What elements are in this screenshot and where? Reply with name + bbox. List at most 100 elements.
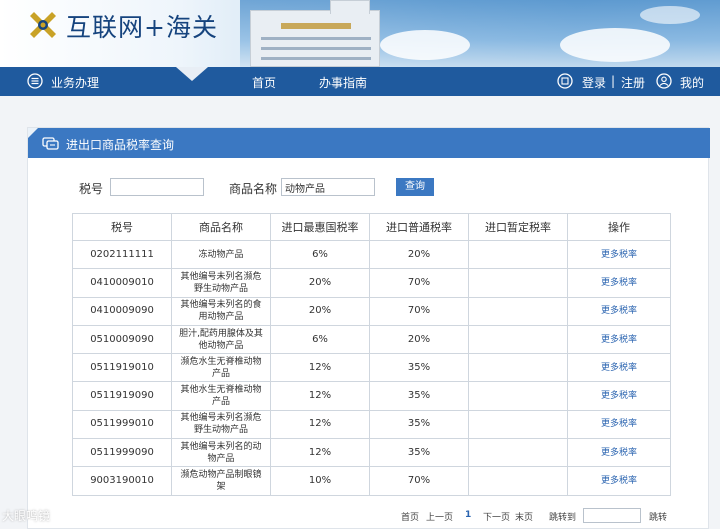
cell-general-rate: 70% [369, 296, 469, 326]
nav-notch [176, 67, 208, 81]
nav-login[interactable]: 登录 [582, 74, 606, 91]
cell-provisional-rate [468, 239, 568, 270]
header-product-name: 商品名称 [171, 213, 271, 241]
table-row: 0202111111 冻动物产品 6% 20% 更多税率 [72, 239, 671, 270]
more-rates-link[interactable]: 更多税率 [601, 250, 637, 260]
more-rates-link[interactable]: 更多税率 [601, 363, 637, 373]
cell-general-rate: 70% [369, 268, 469, 298]
cell-general-rate: 70% [369, 466, 469, 496]
cell-tax-number: 0202111111 [72, 239, 172, 270]
cell-provisional-rate [468, 324, 568, 355]
pager-current[interactable]: 1 [465, 510, 471, 520]
cell-provisional-rate [468, 353, 568, 383]
table-row: 0410009090 其他编号未列名的食用动物产品 20% 70% 更多税率 [72, 296, 671, 326]
cell-provisional-rate [468, 466, 568, 496]
cell-provisional-rate [468, 438, 568, 468]
header-action: 操作 [567, 213, 671, 241]
cell-mfn-rate: 10% [270, 466, 370, 496]
tariff-query-panel: 进出口商品税率查询 税号 商品名称 查询 税号 商品名称 进口最惠国税率 进口普… [27, 127, 710, 529]
table-row: 0511919010 濒危水生无脊椎动物产品 12% 35% 更多税率 [72, 353, 671, 383]
cell-tax-number: 0410009090 [72, 296, 172, 326]
pager-last[interactable]: 末页 [515, 510, 533, 523]
cell-tax-number: 9003190010 [72, 466, 172, 496]
cell-action: 更多税率 [567, 268, 671, 298]
cell-mfn-rate: 20% [270, 296, 370, 326]
search-bar: 税号 商品名称 查询 [28, 172, 710, 202]
pager-prev[interactable]: 上一页 [426, 510, 453, 523]
query-button[interactable]: 查询 [396, 178, 434, 196]
site-title[interactable]: 互联网+海关 [66, 8, 218, 44]
cell-action: 更多税率 [567, 296, 671, 326]
more-rates-link[interactable]: 更多税率 [601, 419, 637, 429]
cell-tax-number: 0511919010 [72, 353, 172, 383]
nav-register[interactable]: 注册 [621, 74, 645, 91]
cell-general-rate: 20% [369, 239, 469, 270]
header-provisional-rate: 进口暂定税率 [468, 213, 568, 241]
more-rates-link[interactable]: 更多税率 [601, 335, 637, 345]
cell-product-name: 冻动物产品 [171, 239, 271, 270]
nav-separator: | [611, 74, 616, 88]
nav-home[interactable]: 首页 [252, 74, 276, 91]
customs-building-image [250, 10, 380, 67]
more-rates-link[interactable]: 更多税率 [601, 448, 637, 458]
panel-title: 进出口商品税率查询 [66, 138, 175, 152]
more-rates-link[interactable]: 更多税率 [601, 306, 637, 316]
cell-mfn-rate: 20% [270, 268, 370, 298]
cell-tax-number: 0511999090 [72, 438, 172, 468]
cell-mfn-rate: 12% [270, 381, 370, 411]
cell-mfn-rate: 6% [270, 239, 370, 270]
header-banner: 互联网+海关 [0, 0, 720, 67]
watermark: 大眼鸣镜 [2, 509, 51, 523]
tax-number-input[interactable] [110, 178, 204, 196]
main-nav: 业务办理 首页 办事指南 登录 | 注册 我的 [0, 67, 720, 96]
cell-general-rate: 35% [369, 381, 469, 411]
cell-action: 更多税率 [567, 239, 671, 270]
cell-general-rate: 20% [369, 324, 469, 355]
cell-action: 更多税率 [567, 409, 671, 440]
cell-action: 更多税率 [567, 438, 671, 468]
pager-first[interactable]: 首页 [401, 510, 419, 523]
more-rates-link[interactable]: 更多税率 [601, 278, 637, 288]
menu-icon[interactable] [27, 73, 43, 89]
pager-jump-input[interactable] [583, 508, 641, 523]
pager-jump-button[interactable]: 跳转 [649, 510, 667, 523]
cell-product-name: 其他编号未列名的动物产品 [171, 438, 271, 468]
table-row: 0410009010 其他编号未列名濒危野生动物产品 20% 70% 更多税率 [72, 268, 671, 298]
cell-product-name: 濒危动物产品制眼镜架 [171, 466, 271, 496]
cell-mfn-rate: 12% [270, 438, 370, 468]
header-tax-number: 税号 [72, 213, 172, 241]
pager-jump-label: 跳转到 [549, 513, 577, 523]
cell-provisional-rate [468, 409, 568, 440]
more-rates-link[interactable]: 更多税率 [601, 391, 637, 401]
user-icon[interactable] [656, 73, 672, 89]
cell-tax-number: 0511999010 [72, 409, 172, 440]
nav-guide[interactable]: 办事指南 [319, 74, 367, 91]
product-name-input[interactable] [281, 178, 375, 196]
cell-general-rate: 35% [369, 438, 469, 468]
table-row: 9003190010 濒危动物产品制眼镜架 10% 70% 更多税率 [72, 466, 671, 496]
cell-tax-number: 0510009090 [72, 324, 172, 355]
product-name-label: 商品名称 [229, 182, 278, 196]
table-row: 0511919090 其他水生无脊椎动物产品 12% 35% 更多税率 [72, 381, 671, 411]
header-general-rate: 进口普通税率 [369, 213, 469, 241]
cell-product-name: 其他水生无脊椎动物产品 [171, 381, 271, 411]
cell-product-name: 濒危水生无脊椎动物产品 [171, 353, 271, 383]
cell-action: 更多税率 [567, 324, 671, 355]
cell-tax-number: 0410009010 [72, 268, 172, 298]
cell-general-rate: 35% [369, 409, 469, 440]
table-row: 0511999010 其他编号未列名濒危野生动物产品 12% 35% 更多税率 [72, 409, 671, 440]
nav-business[interactable]: 业务办理 [51, 74, 99, 91]
cell-product-name: 其他编号未列名的食用动物产品 [171, 296, 271, 326]
tariff-icon [42, 137, 59, 150]
pager-next[interactable]: 下一页 [483, 510, 510, 523]
cell-action: 更多税率 [567, 466, 671, 496]
cell-action: 更多税率 [567, 353, 671, 383]
cell-product-name: 胆汁,配药用腺体及其他动物产品 [171, 324, 271, 355]
cell-provisional-rate [468, 268, 568, 298]
tax-number-label: 税号 [79, 182, 104, 196]
table-row: 0511999090 其他编号未列名的动物产品 12% 35% 更多税率 [72, 438, 671, 468]
more-rates-link[interactable]: 更多税率 [601, 476, 637, 486]
nav-mine[interactable]: 我的 [680, 74, 704, 91]
login-icon[interactable] [557, 73, 573, 89]
cell-action: 更多税率 [567, 381, 671, 411]
